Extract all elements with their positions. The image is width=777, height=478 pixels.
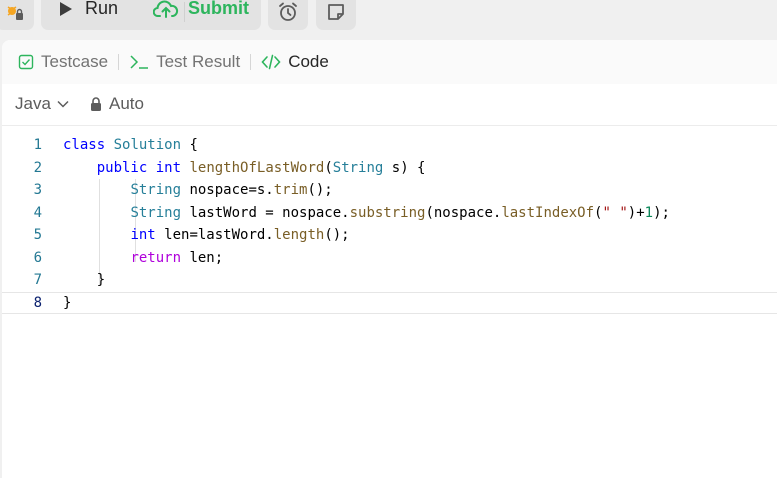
run-button[interactable]: Run <box>59 0 118 19</box>
line-number: 7 <box>33 272 42 288</box>
tab-code[interactable]: Code <box>261 40 329 84</box>
code-text: } <box>63 272 106 288</box>
tab-test-result[interactable]: Test Result <box>129 40 240 84</box>
tab-label: Testcase <box>41 52 109 71</box>
code-line: 1 class Solution { <box>2 134 777 156</box>
run-label: Run <box>85 0 119 18</box>
tab-divider <box>250 54 252 70</box>
code-text: String lastWord = nospace.substring(nosp… <box>130 204 670 221</box>
auto-mode-toggle[interactable]: Auto <box>90 94 144 114</box>
submit-label: Submit <box>188 0 249 18</box>
alarm-clock-icon <box>279 2 297 21</box>
code-text: int len=lastWord.length(); <box>130 227 350 243</box>
line-number: 8 <box>33 294 42 311</box>
top-toolbar: Run Submit <box>0 0 777 40</box>
code-text: return len; <box>130 249 224 266</box>
terminal-icon <box>130 55 149 69</box>
code-editor[interactable]: 1 class Solution { 2 public int lengthOf… <box>2 134 777 434</box>
code-line: 5 int len=lastWord.length(); <box>2 224 777 246</box>
code-text: String nospace=s.trim(); <box>130 182 333 198</box>
panel-tabs: Testcase Test Result Code <box>2 40 777 84</box>
code-text: class Solution { <box>63 137 198 153</box>
play-icon <box>60 1 72 16</box>
submit-button[interactable]: Submit <box>153 0 249 19</box>
debug-button[interactable] <box>0 0 34 30</box>
tab-testcase[interactable]: Testcase <box>18 40 108 84</box>
code-line-current: 8 } <box>2 291 777 314</box>
line-number: 2 <box>33 159 42 176</box>
code-line: 7 } <box>2 269 777 291</box>
language-selector[interactable]: Java <box>15 94 69 114</box>
checkbox-icon <box>18 54 34 70</box>
lock-icon <box>91 97 101 111</box>
run-submit-group: Run Submit <box>41 0 261 30</box>
line-number: 4 <box>33 204 42 221</box>
tab-divider <box>118 54 120 70</box>
line-number: 6 <box>33 249 42 266</box>
language-label: Java <box>15 94 51 113</box>
code-text: } <box>63 294 72 311</box>
line-number: 5 <box>33 227 42 243</box>
code-line: 4 String lastWord = nospace.substring(no… <box>2 202 777 224</box>
code-text: public int lengthOfLastWord(String s) { <box>96 159 426 176</box>
code-line: 6 return len; <box>2 247 777 269</box>
editor-settings-bar: Java Auto <box>2 84 777 126</box>
code-icon <box>261 54 281 70</box>
code-line: 3 String nospace=s.trim(); <box>2 179 777 201</box>
line-number: 1 <box>33 137 42 153</box>
debug-bug-icon <box>7 6 23 20</box>
cloud-upload-icon <box>153 0 179 18</box>
note-icon <box>328 4 344 20</box>
code-panel: Testcase Test Result Code Java Auto 1 cl… <box>2 40 777 478</box>
code-line: 2 public int lengthOfLastWord(String s) … <box>2 157 777 179</box>
tab-label: Code <box>288 52 329 71</box>
auto-mode-label: Auto <box>109 94 144 113</box>
tab-label: Test Result <box>156 52 241 71</box>
chevron-down-icon <box>57 100 69 108</box>
timer-button[interactable] <box>268 0 308 30</box>
note-button[interactable] <box>316 0 356 30</box>
line-number: 3 <box>33 182 42 198</box>
